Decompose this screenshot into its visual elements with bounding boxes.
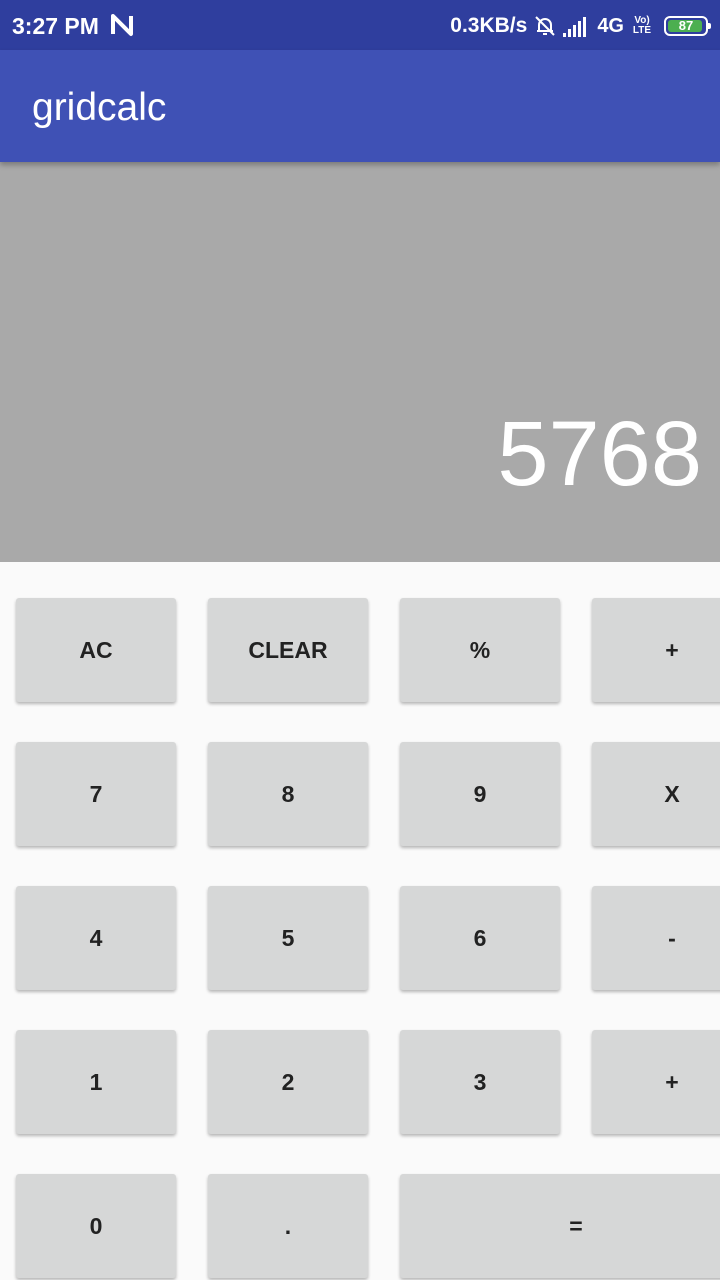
status-bar: 3:27 PM 0.3KB/s 4G Vo) LTE 87 [0,0,720,50]
volte-indicator: Vo) LTE [630,16,654,36]
app-bar: gridcalc [0,50,720,162]
decimal-button[interactable]: . [208,1174,368,1278]
network-speed: 0.3KB/s [450,14,528,37]
signal-strength-icon [563,17,587,37]
six-button[interactable]: 6 [400,886,560,990]
eight-button[interactable]: 8 [208,742,368,846]
alarm-off-icon [535,16,556,36]
battery-tip [708,23,711,29]
status-time: 3:27 PM [12,13,99,39]
add-button[interactable]: + [592,1030,720,1134]
percent-button[interactable]: % [400,598,560,702]
five-button[interactable]: 5 [208,886,368,990]
equals-button[interactable]: = [400,1174,720,1278]
volte-bottom: LTE [632,25,652,36]
calculator-display: 5768 [0,162,720,562]
battery-level: 87 [678,18,694,33]
two-button[interactable]: 2 [208,1030,368,1134]
network-type: 4G [597,14,624,37]
multiply-button[interactable]: X [592,742,720,846]
four-button[interactable]: 4 [16,886,176,990]
n-notification-icon [111,14,133,36]
ac-button[interactable]: AC [16,598,176,702]
one-button[interactable]: 1 [16,1030,176,1134]
subtract-button[interactable]: - [592,886,720,990]
three-button[interactable]: 3 [400,1030,560,1134]
display-value: 5768 [497,403,702,505]
status-indicators: 0.3KB/s 4G Vo) LTE 87 [450,12,711,40]
nine-button[interactable]: 9 [400,742,560,846]
keypad: AC CLEAR % + 7 8 9 X 4 5 6 - 1 2 3 + 0 .… [0,562,720,1280]
app-title: gridcalc [32,86,167,129]
divide-button[interactable]: + [592,598,720,702]
seven-button[interactable]: 7 [16,742,176,846]
battery-icon: 87 [664,16,711,36]
zero-button[interactable]: 0 [16,1174,176,1278]
clear-button[interactable]: CLEAR [208,598,368,702]
